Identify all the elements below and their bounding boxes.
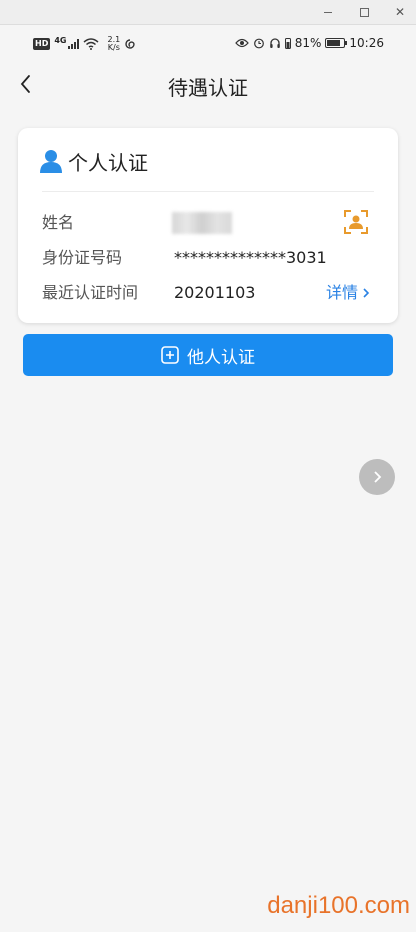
- plus-square-icon: [161, 346, 179, 364]
- clock: 10:26: [349, 36, 384, 50]
- row-value: **************3031: [174, 248, 327, 267]
- minimize-icon[interactable]: [320, 4, 336, 20]
- wifi-icon: [83, 38, 99, 50]
- swirl-icon: [125, 39, 135, 49]
- card-title: 个人认证: [68, 150, 148, 175]
- info-row-last-auth: 最近认证时间 20201103: [42, 281, 374, 305]
- network-type: 4G: [54, 35, 67, 45]
- row-label: 最近认证时间: [42, 283, 139, 302]
- card-header: 个人认证: [40, 146, 148, 176]
- info-row-id-number: 身份证号码 **************3031: [42, 246, 374, 270]
- hd-badge: HD: [33, 38, 51, 50]
- battery-percent: 81%: [294, 36, 322, 50]
- user-icon: [40, 150, 62, 173]
- other-auth-label: 他人认证: [187, 347, 255, 368]
- face-scan-icon: [344, 210, 368, 234]
- detail-label: 详情: [325, 283, 358, 302]
- signal-icon: [68, 39, 80, 49]
- masked-name: [172, 212, 232, 234]
- watermark: danji100.com: [267, 892, 410, 919]
- battery-fill: [327, 40, 341, 46]
- chevron-right-icon: [374, 471, 382, 483]
- maximize-icon[interactable]: [356, 4, 372, 20]
- headphones-icon: [269, 38, 280, 48]
- battery-icon: [325, 38, 348, 48]
- personal-auth-card: 个人认证 姓名 身份证号码 **************3031 最近认证时间 …: [18, 128, 398, 323]
- eye-icon: [234, 38, 249, 48]
- row-value: 20201103: [174, 283, 256, 302]
- nav-header: 待遇认证: [0, 64, 416, 108]
- window-title-bar: ✕: [0, 0, 416, 25]
- floating-next-button[interactable]: [359, 459, 395, 495]
- page-title: 待遇认证: [168, 76, 248, 100]
- speed-unit: K/s: [107, 43, 120, 52]
- row-label: 身份证号码: [42, 248, 123, 267]
- network-speed: 2.1 K/s: [107, 36, 120, 52]
- detail-link[interactable]: 详情: [326, 281, 370, 305]
- divider: [42, 191, 374, 192]
- face-scan-button[interactable]: [344, 210, 368, 234]
- row-label: 姓名: [42, 213, 75, 232]
- chevron-right-icon: [363, 288, 370, 298]
- status-bar: HD 4G 2.1 K/s 81% 10:26: [0, 24, 416, 64]
- close-icon[interactable]: ✕: [392, 4, 408, 20]
- alarm-icon: [253, 38, 264, 49]
- charging-icon: [284, 38, 291, 49]
- other-auth-button[interactable]: 他人认证: [23, 334, 393, 376]
